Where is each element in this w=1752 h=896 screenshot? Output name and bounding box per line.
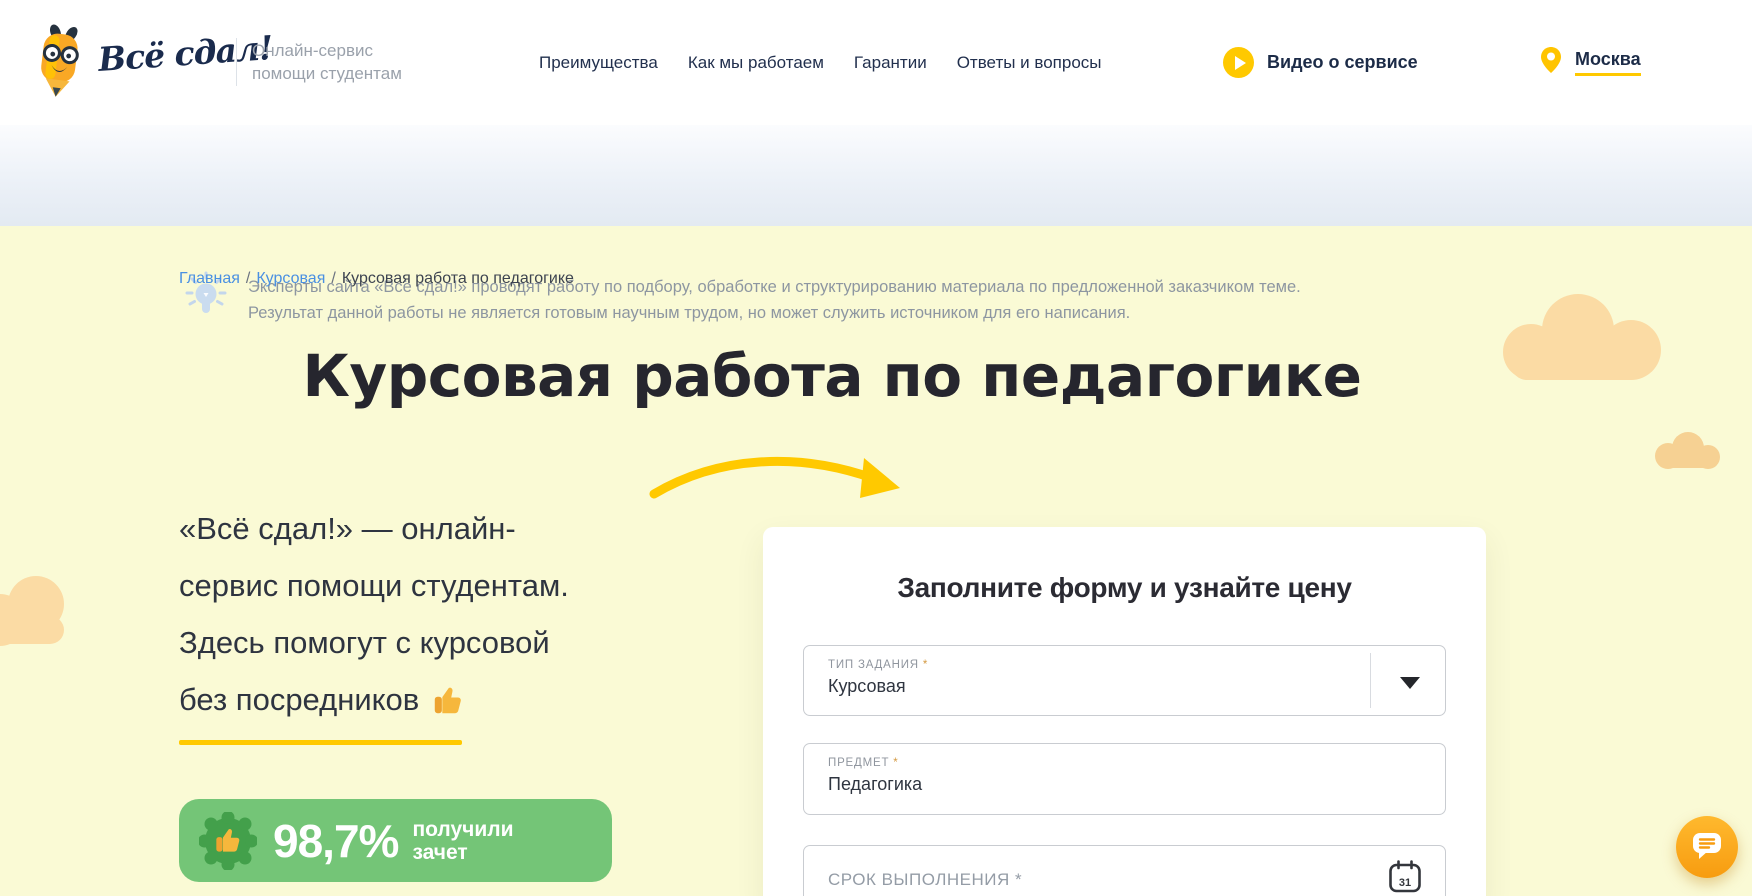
nav-guarantees[interactable]: Гарантии: [854, 53, 927, 73]
chat-widget-button[interactable]: [1676, 816, 1738, 878]
nav-how-we-work[interactable]: Как мы работаем: [688, 53, 824, 73]
location-pin-icon[interactable]: [1540, 46, 1562, 79]
stat-label: получили зачет: [412, 817, 514, 864]
logo-pencil-mascot-icon[interactable]: [28, 22, 92, 105]
breadcrumb: Главная / Курсовая / Курсовая работа по педа…: [179, 270, 574, 287]
breadcrumb-current: Курсовая работа по педагогике: [341, 270, 574, 287]
task-type-value: Курсовая: [828, 676, 906, 696]
subject-value: Педагогика: [828, 774, 923, 794]
form-title: Заполните форму и узнайте цену: [897, 572, 1352, 603]
cloud-decor-small: [1648, 430, 1728, 479]
page-title: Курсовая работа по педагогике: [302, 342, 1362, 410]
cloud-decor-large: [1486, 288, 1676, 393]
select-divider: [1369, 653, 1371, 708]
calendar-icon[interactable]: 31: [1387, 859, 1423, 896]
nav-advantages[interactable]: Преимущества: [539, 53, 658, 73]
city-name: Москва: [1575, 49, 1641, 76]
chevron-down-icon[interactable]: [1400, 677, 1420, 689]
hero-description: «Всё сдал!» — онлайн- сервис помощи студ…: [179, 500, 699, 728]
stat-value: 98,7%: [273, 814, 399, 867]
svg-text:31: 31: [1399, 877, 1411, 889]
price-form-card: Заполните форму и узнайте цену ТИП ЗАДАН…: [763, 527, 1486, 896]
logo-title[interactable]: Всё сдал!: [97, 28, 274, 79]
task-type-select[interactable]: ТИП ЗАДАНИЯ * Курсовая: [803, 645, 1446, 716]
logo-divider: [236, 38, 237, 86]
main-nav: Преимущества Как мы работаем Гарантии От…: [539, 0, 1102, 125]
chat-bubble-icon: [1691, 830, 1723, 865]
cloud-decor-left: [0, 568, 80, 659]
breadcrumb-section[interactable]: Курсовая: [256, 270, 325, 287]
logo-subtitle: Онлайн-сервис помощи студентам: [252, 41, 402, 83]
yellow-underline-decor: [179, 740, 462, 745]
video-about-service-link[interactable]: Видео о сервисе: [1223, 0, 1418, 125]
stat-badge: 98,7% получили зачет: [179, 799, 612, 882]
subject-input[interactable]: ПРЕДМЕТ * Педагогика: [803, 743, 1446, 815]
deadline-input[interactable]: СРОК ВЫПОЛНЕНИЯ * 31: [803, 845, 1446, 896]
thumbs-up-badge-icon: [199, 811, 257, 870]
thumbs-up-icon: [431, 687, 465, 724]
play-icon[interactable]: [1223, 47, 1254, 78]
disclaimer-banner: Эксперты сайта «Всё сдал!» проводят рабо…: [0, 125, 1752, 322]
city-selector[interactable]: Москва: [1540, 0, 1641, 125]
site-header: Всё сдал! Онлайн-сервис помощи студентам…: [0, 0, 1752, 125]
breadcrumb-home[interactable]: Главная: [179, 270, 240, 287]
nav-faq[interactable]: Ответы и вопросы: [957, 53, 1102, 73]
